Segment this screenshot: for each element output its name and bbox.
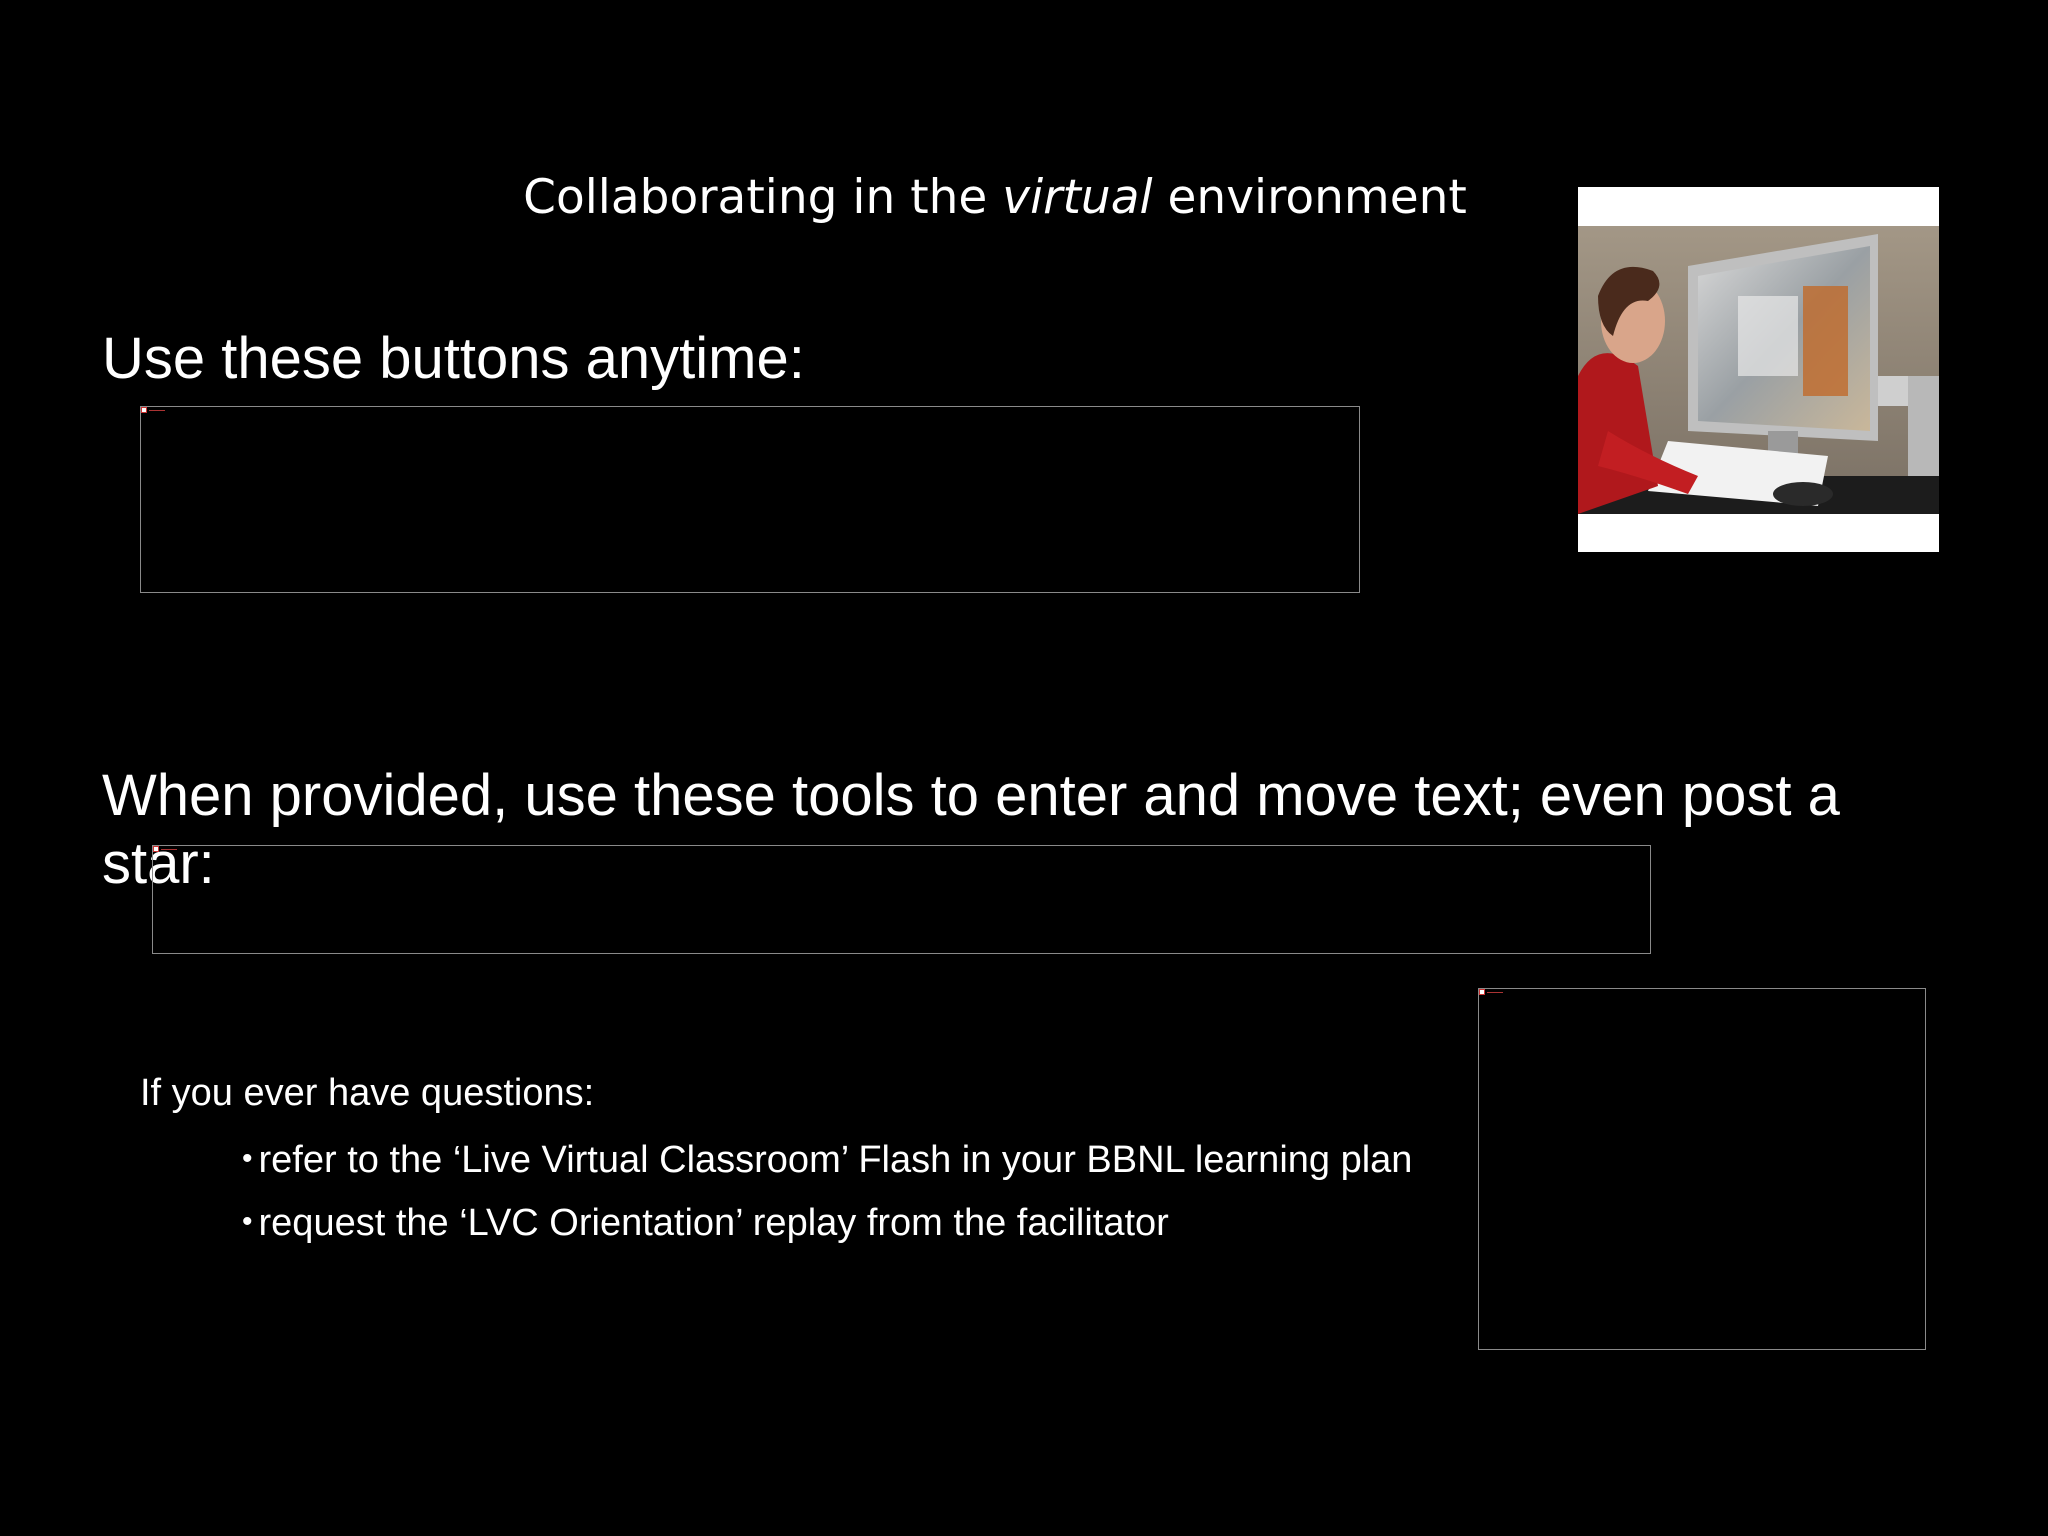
broken-image-icon	[153, 846, 177, 852]
heading-buttons: Use these buttons anytime:	[102, 326, 805, 391]
list-item: • request the ‘LVC Orientation’ replay fr…	[242, 1199, 1440, 1250]
questions-list: • refer to the ‘Live Virtual Classroom’ F…	[140, 1136, 1440, 1250]
buttons-image-placeholder	[140, 406, 1360, 593]
list-item-text: request the ‘LVC Orientation’ replay fro…	[258, 1202, 1169, 1244]
list-item: • refer to the ‘Live Virtual Classroom’ F…	[242, 1136, 1440, 1187]
bullet-icon: •	[242, 1142, 253, 1175]
person-at-computer-photo	[1578, 226, 1939, 514]
title-text-emphasis: virtual	[1002, 170, 1153, 225]
photo-illustration	[1578, 226, 1939, 514]
broken-image-icon	[1479, 989, 1503, 995]
questions-lead: If you ever have questions:	[140, 1072, 595, 1114]
broken-image-icon	[141, 407, 165, 413]
bullet-icon: •	[242, 1205, 253, 1238]
tools-image-placeholder	[152, 845, 1651, 954]
photo-frame	[1578, 187, 1939, 552]
questions-section: If you ever have questions: • refer to th…	[140, 1070, 1440, 1262]
side-image-placeholder	[1478, 988, 1926, 1350]
title-text-start: Collaborating in the	[523, 170, 1003, 225]
title-text-end: environment	[1152, 170, 1467, 225]
slide: Collaborating in the virtual environment…	[0, 0, 2048, 1536]
list-item-text: refer to the ‘Live Virtual Classroom’ Fl…	[258, 1139, 1413, 1181]
